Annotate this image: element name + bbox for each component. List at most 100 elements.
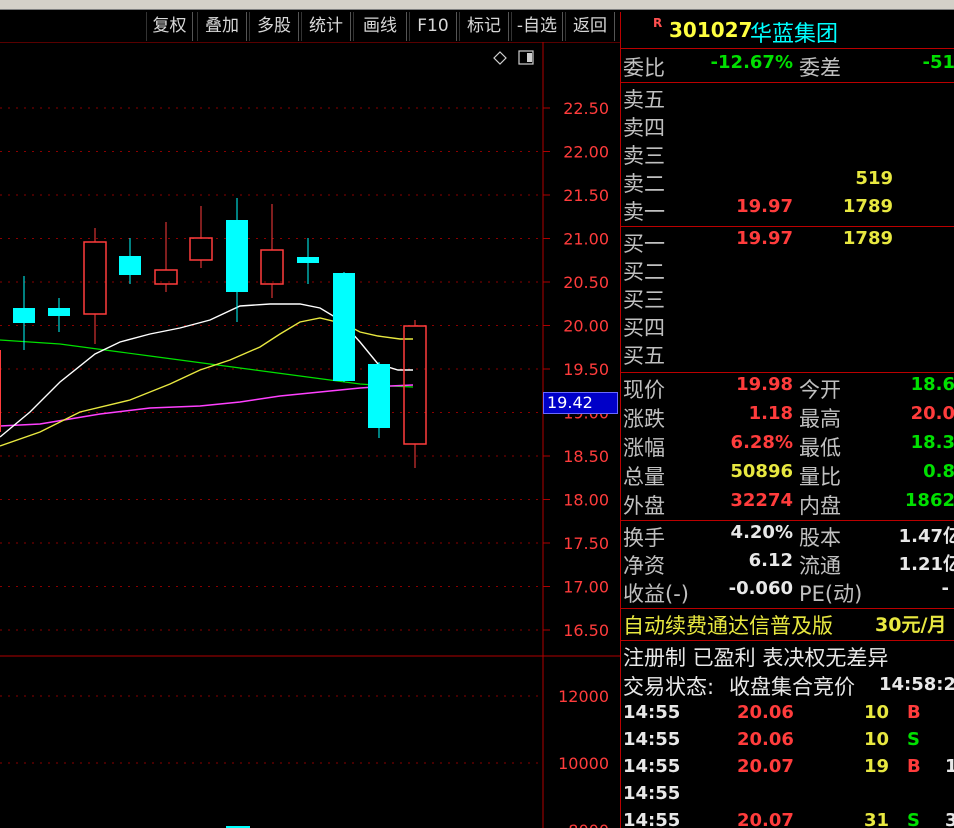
book-sep: [621, 226, 954, 227]
fin-label: 换手: [623, 526, 665, 550]
stat-label: 最低: [799, 436, 841, 460]
fin-row-2: 收益(-) -0.060 PE(动) -: [621, 578, 954, 607]
stat-value: 6.28%: [730, 432, 793, 453]
tick-vol: 10: [863, 729, 889, 750]
stat-label: 量比: [799, 465, 841, 489]
stat-label: 最高: [799, 407, 841, 431]
stat-value: 18.3: [910, 432, 954, 453]
candle-10: [333, 273, 355, 381]
stat-row-1: 涨跌 1.18 最高 20.0: [621, 403, 954, 432]
sell-1-label: 卖一: [623, 200, 665, 224]
statistics-button[interactable]: 统计: [301, 12, 351, 41]
ad-text[interactable]: 自动续费通达信普及版: [623, 610, 833, 640]
tick-side: S: [907, 729, 920, 750]
stat-value: 20.0: [910, 403, 954, 424]
tick-time: 14:55: [623, 702, 681, 723]
fuquan-button[interactable]: 复权: [146, 12, 193, 41]
stat-label: 涨幅: [623, 436, 665, 460]
window-top-strip: [0, 0, 954, 10]
tick-time: 14:55: [623, 783, 681, 804]
price-axis-label: 16.50: [563, 621, 609, 640]
tick-vol: 10: [863, 702, 889, 723]
tick-vol: 31: [863, 810, 889, 828]
stat-value: 50896: [730, 461, 793, 482]
fin-label: 股本: [799, 526, 841, 550]
back-button[interactable]: 返回: [565, 12, 615, 41]
tick-time: 14:55: [623, 729, 681, 750]
weibi-row: 委比 -12.67% 委差 -51: [621, 52, 954, 81]
buy-5: 买五: [621, 340, 954, 369]
trade-status-value: 收盘集合竞价: [729, 675, 855, 699]
volume-grid: 12000 10000 8000: [0, 687, 609, 828]
price-axis-label: 22.50: [563, 99, 609, 118]
stock-code: 301027: [669, 18, 753, 42]
buy-2-label: 买二: [623, 260, 665, 284]
kline-chart[interactable]: 22.5022.0021.5021.0020.5020.0019.5019.00…: [0, 42, 620, 828]
tick-row: 14:55 20.07 19 B 1: [621, 756, 954, 783]
kline-chart-area[interactable]: 22.5022.0021.5021.0020.5020.0019.5019.00…: [0, 42, 620, 828]
trade-status: 交易状态: 收盘集合竞价 14:58:2: [621, 671, 954, 700]
stat-label: 总量: [623, 465, 665, 489]
stat-value: 1862: [904, 490, 954, 511]
sell-1-price: 19.97: [736, 196, 793, 217]
stat-label: 现价: [623, 378, 665, 402]
mark-button[interactable]: 标记: [459, 12, 509, 41]
stat-value: 32274: [730, 490, 793, 511]
fin-value: -: [941, 578, 949, 599]
ad-price[interactable]: 30元/月: [875, 610, 946, 637]
stat-label: 外盘: [623, 494, 665, 518]
weicha-value: -51: [922, 52, 954, 73]
price-axis-label: 19.50: [563, 360, 609, 379]
overlay-button[interactable]: 叠加: [197, 12, 247, 41]
volume-axis-label: 12000: [558, 687, 609, 706]
price-axis-labels: 22.5022.0021.5021.0020.5020.0019.5019.00…: [563, 99, 609, 640]
tags-text: 注册制 已盈利 表决权无差异: [623, 646, 889, 670]
stat-row-0: 现价 19.98 今开 18.6: [621, 374, 954, 403]
tick-extra: 1: [945, 756, 954, 777]
candle-5: [154, 269, 178, 285]
sell-2-label: 卖二: [623, 172, 665, 196]
buy-4-label: 买四: [623, 316, 665, 340]
price-axis-label: 21.50: [563, 186, 609, 205]
sell-5-label: 卖五: [623, 88, 665, 112]
sell-5: 卖五: [621, 84, 954, 113]
draw-line-button[interactable]: 画线: [353, 12, 407, 41]
remove-favorite-button[interactable]: -自选: [511, 12, 563, 41]
fin-row-1: 净资 6.12 流通 1.21亿: [621, 550, 954, 579]
panel-toggle-icon-fill: [527, 53, 532, 62]
sell-4-label: 卖四: [623, 116, 665, 140]
stat-value: 0.8: [923, 461, 954, 482]
candle-4: [119, 256, 141, 275]
fin-value: 1.21亿: [898, 554, 954, 575]
sell-2-vol: 519: [855, 168, 893, 189]
stat-value: 1.18: [748, 403, 793, 424]
tick-side: B: [907, 756, 921, 777]
sell-1-vol: 1789: [842, 196, 893, 217]
tick-time: 14:55: [623, 756, 681, 777]
quote-panel: R 301027 华蓝集团 委比 -12.67% 委差 -51 卖五 卖四 卖三…: [620, 12, 954, 828]
market-badge: R: [653, 16, 663, 30]
sell-1: 卖一 19.97 1789: [621, 196, 954, 225]
stat-label: 涨跌: [623, 407, 665, 431]
candle-8: [260, 249, 284, 285]
tick-side: B: [907, 702, 921, 723]
diamond-icon[interactable]: [493, 51, 507, 65]
price-axis-label: 20.00: [563, 317, 609, 336]
tick-extra: 3: [945, 810, 954, 828]
f10-button[interactable]: F10: [409, 12, 457, 41]
sell-3: 卖三: [621, 140, 954, 169]
sell-2: 卖二 519: [621, 168, 954, 197]
tick-row: 14:55 20.06 10 S: [621, 729, 954, 756]
price-axis-label: 17.50: [563, 534, 609, 553]
buy-3-label: 买三: [623, 288, 665, 312]
multi-stock-button[interactable]: 多股: [249, 12, 299, 41]
tick-price: 20.07: [737, 756, 794, 777]
fin-sep: [621, 520, 954, 521]
stat-row-3: 总量 50896 量比 0.8: [621, 461, 954, 490]
candle-2: [48, 308, 70, 316]
ad-banner[interactable]: 自动续费通达信普及版 30元/月: [621, 610, 954, 639]
price-axis-label: 18.00: [563, 491, 609, 510]
buy-4: 买四: [621, 312, 954, 341]
fin-label: PE(动): [799, 582, 863, 606]
tick-price: 20.07: [737, 810, 794, 828]
